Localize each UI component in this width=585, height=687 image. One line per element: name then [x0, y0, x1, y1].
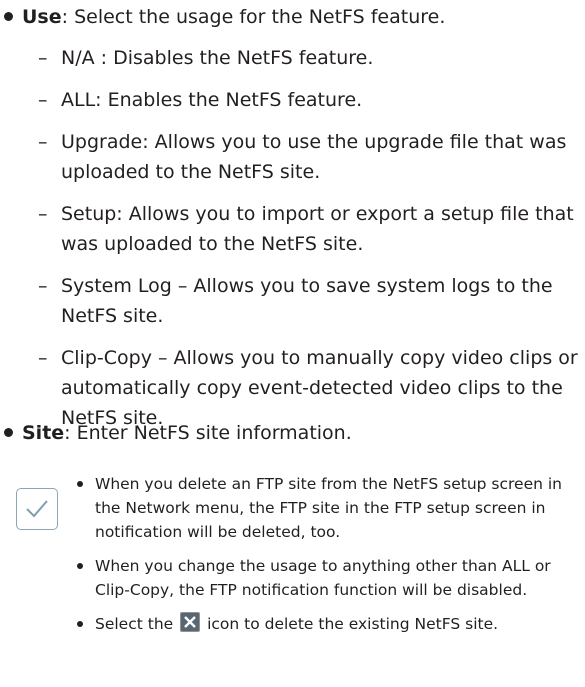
use-options-list: – N/A : Disables the NetFS feature. – AL…: [38, 43, 578, 445]
note-text-before: Select the: [95, 615, 174, 633]
note-text: When you delete an FTP site from the Net…: [95, 475, 562, 541]
option-text: Clip-Copy – Allows you to manually copy …: [61, 347, 578, 429]
option-text: Setup: Allows you to import or export a …: [61, 203, 574, 255]
dash: –: [38, 203, 48, 225]
delete-x-icon: [180, 612, 201, 632]
note-text: When you change the usage to anything ot…: [95, 557, 551, 599]
option-text: N/A : Disables the NetFS feature.: [61, 47, 374, 69]
option-setup: – Setup: Allows you to import or export …: [38, 199, 578, 259]
option-text: Upgrade: Allows you to use the upgrade f…: [61, 131, 567, 183]
option-system-log: – System Log – Allows you to save system…: [38, 271, 578, 331]
dash: –: [38, 275, 48, 297]
use-description: : Select the usage for the NetFS feature…: [61, 6, 446, 28]
bullet-dot: [4, 428, 13, 437]
site-description: : Enter NetFS site information.: [64, 422, 352, 444]
bullet-dot: [77, 621, 83, 627]
option-text: ALL: Enables the NetFS feature.: [61, 89, 363, 111]
dash: –: [38, 131, 48, 153]
note-text-after: icon to delete the existing NetFS site.: [207, 615, 499, 633]
option-na: – N/A : Disables the NetFS feature.: [38, 43, 578, 73]
note-item: When you change the usage to anything ot…: [75, 554, 575, 602]
bullet-dot: [77, 563, 83, 569]
dash: –: [38, 47, 48, 69]
checkmark-icon: [16, 488, 58, 530]
option-upgrade: – Upgrade: Allows you to use the upgrade…: [38, 127, 578, 187]
use-term: Use: [22, 6, 62, 28]
use-bullet: Use: Select the usage for the NetFS feat…: [4, 2, 445, 32]
note-item: Select the icon to delete the existing N…: [75, 612, 575, 636]
option-text: System Log – Allows you to save system l…: [61, 275, 553, 327]
site-bullet: Site: Enter NetFS site information.: [4, 418, 352, 448]
dash: –: [38, 89, 48, 111]
bullet-dot: [77, 481, 83, 487]
note-list: When you delete an FTP site from the Net…: [75, 472, 575, 646]
site-term: Site: [22, 422, 65, 444]
option-all: – ALL: Enables the NetFS feature.: [38, 85, 578, 115]
bullet-dot: [4, 12, 13, 21]
manual-page: Use: Select the usage for the NetFS feat…: [0, 0, 585, 687]
dash: –: [38, 347, 48, 369]
note-item: When you delete an FTP site from the Net…: [75, 472, 575, 544]
